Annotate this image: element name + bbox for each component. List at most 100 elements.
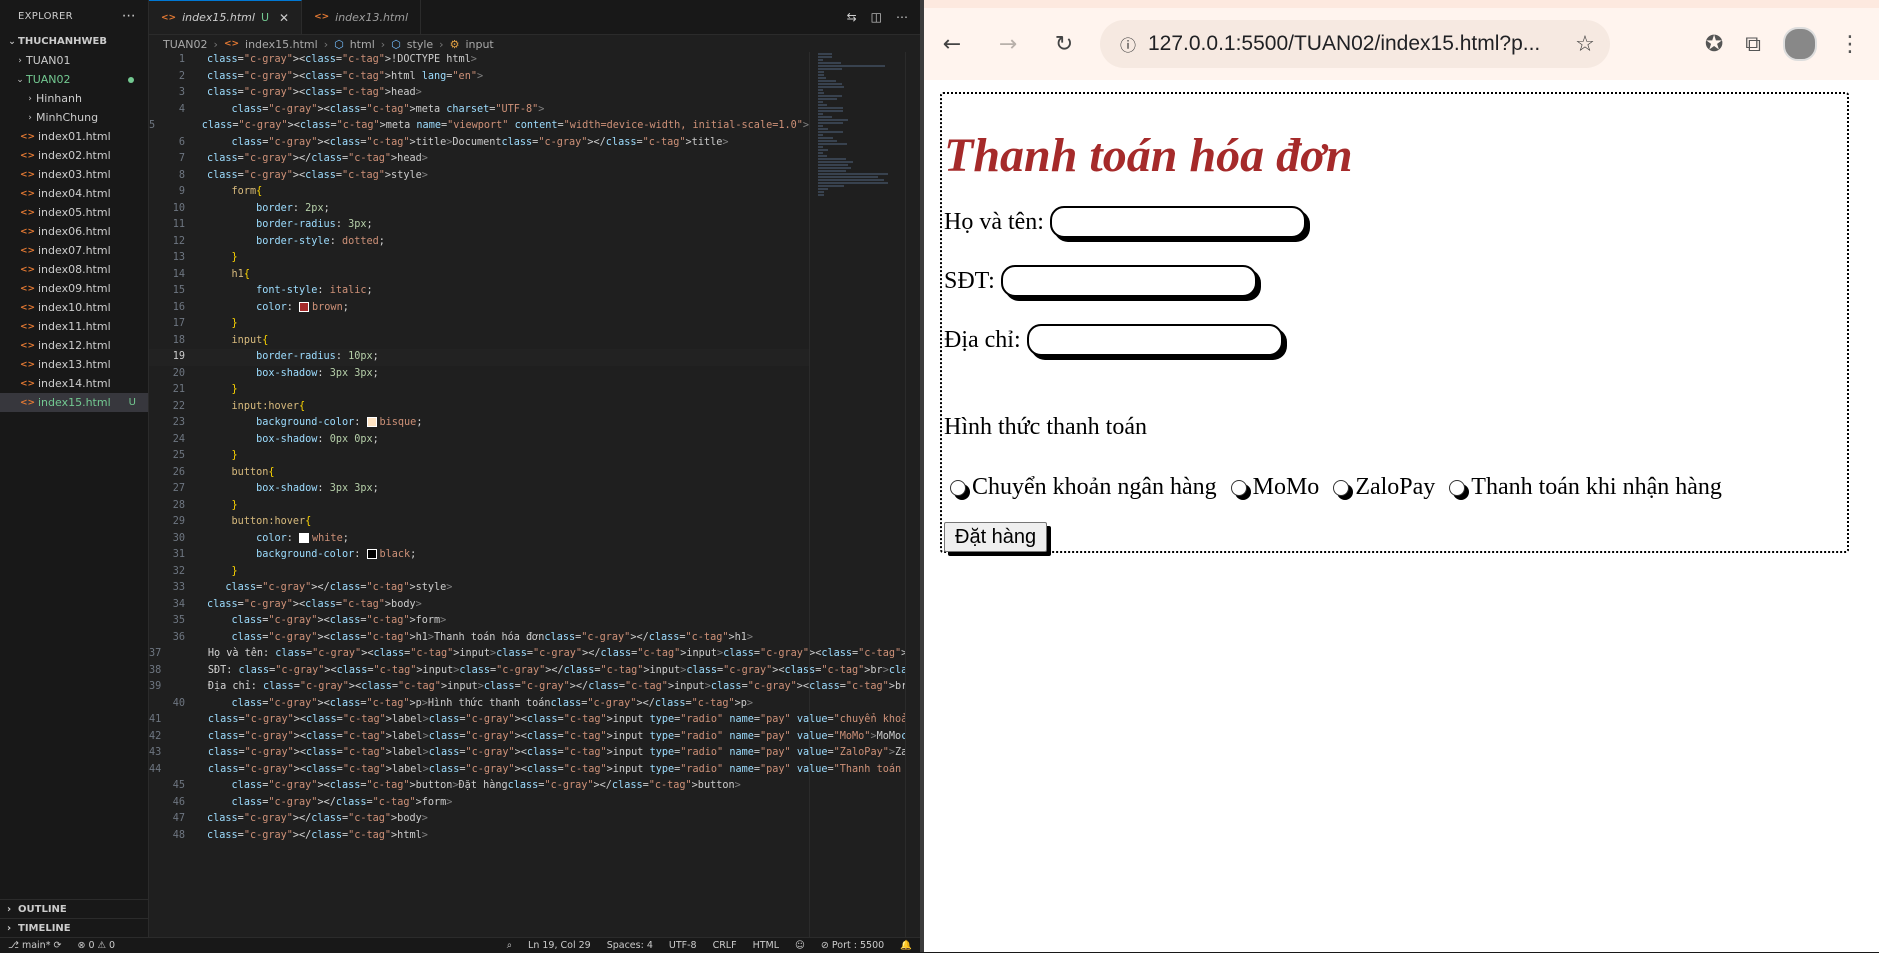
code-line[interactable]: 45 class="c-gray"><class="c-tag">button>…: [149, 778, 809, 795]
code-line[interactable]: 36 class="c-gray"><class="c-tag">h1>Than…: [149, 630, 809, 647]
line-ending[interactable]: CRLF: [705, 940, 745, 951]
code-line[interactable]: 17 }: [149, 316, 809, 333]
code-editor[interactable]: 1 class="c-gray"><class="c-tag">!DOCTYPE …: [149, 52, 1165, 937]
branch-indicator[interactable]: ⎇ main* ⟳: [0, 940, 69, 951]
avatar[interactable]: [1783, 27, 1817, 61]
code-line[interactable]: 48 class="c-gray"></class="c-tag">html>: [149, 828, 809, 845]
code-line[interactable]: 21 }: [149, 382, 809, 399]
code-line[interactable]: 32 }: [149, 564, 809, 581]
code-line[interactable]: 42 class="c-gray"><class="c-tag">label>c…: [149, 729, 1128, 746]
file-item[interactable]: <> index07.html: [0, 241, 148, 260]
outline-section[interactable]: › OUTLINE: [0, 899, 148, 919]
compare-icon[interactable]: ⇆: [847, 10, 857, 24]
code-line[interactable]: 14 h1{: [149, 267, 809, 284]
code-line[interactable]: 39 Địa chỉ: class="c-gray"><class="c-tag…: [149, 679, 1122, 696]
code-line[interactable]: 47 class="c-gray"></class="c-tag">body>: [149, 811, 809, 828]
code-line[interactable]: 31 background-color: black;: [149, 547, 809, 564]
bookmark-star-icon[interactable]: ☆: [1560, 32, 1610, 57]
file-item[interactable]: <> index11.html: [0, 317, 148, 336]
breadcrumb-item[interactable]: input: [465, 38, 493, 51]
indentation[interactable]: Spaces: 4: [599, 940, 661, 951]
breadcrumb-item[interactable]: style: [407, 38, 433, 51]
code-line[interactable]: 22 input:hover{: [149, 399, 809, 416]
file-item[interactable]: <> index01.html: [0, 127, 148, 146]
code-line[interactable]: 9 form{: [149, 184, 809, 201]
timeline-section[interactable]: › TIMELINE: [0, 918, 148, 938]
file-item[interactable]: <> index02.html: [0, 146, 148, 165]
file-item[interactable]: <> index06.html: [0, 222, 148, 241]
radio-button[interactable]: [1449, 479, 1466, 496]
code-line[interactable]: 25 }: [149, 448, 809, 465]
minimap[interactable]: [809, 52, 906, 937]
more-actions-icon[interactable]: ⋯: [122, 8, 136, 24]
reload-icon[interactable]: ↻: [1036, 32, 1092, 57]
code-line[interactable]: 15 font-style: italic;: [149, 283, 809, 300]
payment-option-bank[interactable]: Chuyển khoản ngân hàng: [950, 474, 1217, 501]
code-line[interactable]: 38 SĐT: class="c-gray"><class="c-tag">in…: [149, 663, 1097, 680]
zoom-icon[interactable]: ⌕: [499, 940, 520, 951]
file-item[interactable]: <> index13.html: [0, 355, 148, 374]
code-line[interactable]: 2 class="c-gray"><class="c-tag">html lang…: [149, 69, 809, 86]
language-mode[interactable]: HTML: [745, 940, 787, 951]
breadcrumb-item[interactable]: html: [350, 38, 375, 51]
code-line[interactable]: 44 class="c-gray"><class="c-tag">label>c…: [149, 762, 1085, 779]
breadcrumb-item[interactable]: index15.html: [245, 38, 318, 51]
forward-arrow-icon[interactable]: →: [980, 32, 1036, 57]
code-line[interactable]: 10 border: 2px;: [149, 201, 809, 218]
folder-tuan02[interactable]: ⌄ TUAN02: [0, 70, 148, 89]
close-icon[interactable]: ✕: [279, 11, 289, 25]
problems-indicator[interactable]: ⊗ 0 ⚠ 0: [69, 940, 123, 951]
code-line[interactable]: 11 border-radius: 3px;: [149, 217, 809, 234]
file-item[interactable]: <> index15.html U: [0, 393, 148, 412]
payment-option-momo[interactable]: MoMo: [1230, 474, 1319, 501]
back-arrow-icon[interactable]: ←: [924, 32, 980, 57]
code-line[interactable]: 34 class="c-gray"><class="c-tag">body>: [149, 597, 809, 614]
code-line[interactable]: 41 class="c-gray"><class="c-tag">label>c…: [149, 712, 1091, 729]
phone-input[interactable]: [1000, 265, 1257, 297]
code-line[interactable]: 23 background-color: bisque;: [149, 415, 809, 432]
folder-minhchung[interactable]: › MinhChung: [0, 108, 148, 127]
code-line[interactable]: 18 input{: [149, 333, 809, 350]
code-line[interactable]: 35 class="c-gray"><class="c-tag">form>: [149, 613, 809, 630]
folder-hinhanh[interactable]: › Hinhanh: [0, 89, 148, 108]
file-item[interactable]: <> index03.html: [0, 165, 148, 184]
more-actions-icon[interactable]: ⋯: [896, 10, 908, 24]
order-button[interactable]: Đặt hàng: [944, 522, 1048, 552]
code-line[interactable]: 28 }: [149, 498, 809, 515]
folder-tuan01[interactable]: › TUAN01: [0, 51, 148, 70]
url-text[interactable]: 127.0.0.1:5500/TUAN02/index15.html?p...: [1148, 32, 1560, 56]
code-line[interactable]: 46 class="c-gray"></class="c-tag">form>: [149, 795, 809, 812]
code-line[interactable]: 3 class="c-gray"><class="c-tag">head>: [149, 85, 809, 102]
menu-kebab-icon[interactable]: ⋮: [1839, 32, 1861, 57]
code-line[interactable]: 29 button:hover{: [149, 514, 809, 531]
code-line[interactable]: 5 class="c-gray"><class="c-tag">meta nam…: [149, 118, 809, 135]
code-line[interactable]: 24 box-shadow: 0px 0px;: [149, 432, 809, 449]
radio-button[interactable]: [1230, 479, 1247, 496]
tab-index15[interactable]: <> index15.html U ✕: [149, 0, 303, 34]
file-item[interactable]: <> index08.html: [0, 260, 148, 279]
code-line[interactable]: 12 border-style: dotted;: [149, 234, 809, 251]
name-input[interactable]: [1049, 206, 1306, 238]
copilot-icon[interactable]: ☺: [787, 940, 813, 951]
live-server-port[interactable]: ⊘ Port : 5500: [813, 940, 892, 951]
code-line[interactable]: 4 class="c-gray"><class="c-tag">meta cha…: [149, 102, 809, 119]
code-line[interactable]: 16 color: brown;: [149, 300, 809, 317]
code-line[interactable]: 37 Họ và tên: class="c-gray"><class="c-t…: [149, 646, 1134, 663]
puzzle-extensions-icon[interactable]: ⧉: [1745, 32, 1761, 57]
file-item[interactable]: <> index10.html: [0, 298, 148, 317]
tab-index13[interactable]: <> index13.html: [302, 0, 421, 34]
file-item[interactable]: <> index04.html: [0, 184, 148, 203]
code-line[interactable]: 1 class="c-gray"><class="c-tag">!DOCTYPE …: [149, 52, 809, 69]
site-info-icon[interactable]: ⓘ: [1108, 32, 1148, 56]
code-line[interactable]: 13 }: [149, 250, 809, 267]
code-line[interactable]: 26 button{: [149, 465, 809, 482]
code-line[interactable]: 43 class="c-gray"><class="c-tag">label>c…: [149, 745, 1165, 762]
payment-option-cod[interactable]: Thanh toán khi nhận hàng: [1449, 474, 1722, 501]
encoding[interactable]: UTF-8: [661, 940, 705, 951]
file-item[interactable]: <> index12.html: [0, 336, 148, 355]
code-line[interactable]: 40 class="c-gray"><class="c-tag">p>Hình …: [149, 696, 809, 713]
workspace-root[interactable]: ⌄ THUCHANHWEB: [0, 32, 148, 51]
radio-button[interactable]: [1333, 479, 1350, 496]
code-line[interactable]: 19 border-radius: 10px;: [149, 349, 809, 366]
editor-scrollbar[interactable]: [905, 52, 920, 937]
